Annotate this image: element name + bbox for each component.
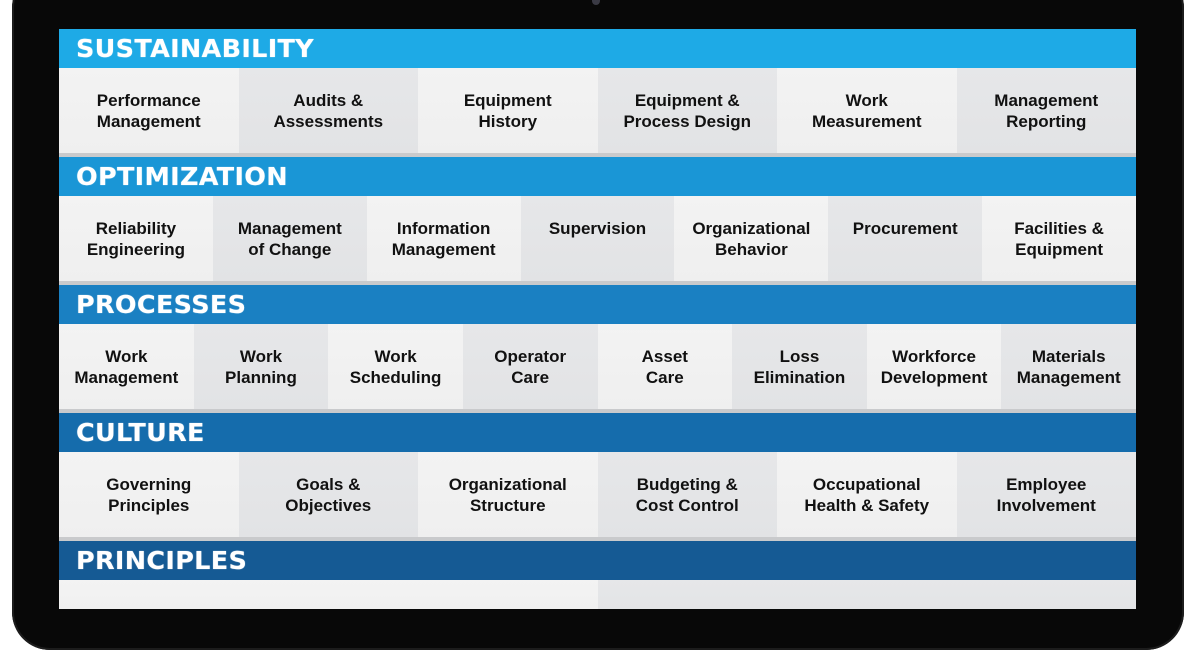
framework-item[interactable]: Goals & Objectives	[238, 452, 418, 537]
framework-item[interactable]: Facilities & Equipment	[982, 196, 1136, 281]
band-header: SUSTAINABILITY	[59, 29, 1136, 68]
framework-item[interactable]: Equipment & Process Design	[597, 68, 777, 153]
framework-item[interactable]: Occupational Health & Safety	[777, 452, 957, 537]
framework-item[interactable]: Supervision	[520, 196, 675, 281]
framework-item[interactable]	[597, 580, 1136, 609]
band-header: OPTIMIZATION	[59, 157, 1136, 196]
band-principles: PRINCIPLES	[59, 541, 1136, 609]
framework-item[interactable]: Management Reporting	[956, 68, 1136, 153]
band-title: SUSTAINABILITY	[76, 34, 314, 63]
framework-item[interactable]: Workforce Development	[866, 324, 1002, 409]
band-items: Reliability Engineering Management of Ch…	[59, 196, 1136, 285]
framework-screen: SUSTAINABILITY Performance Management Au…	[59, 29, 1136, 609]
framework-item[interactable]: Work Scheduling	[328, 324, 463, 409]
band-header: PROCESSES	[59, 285, 1136, 324]
band-culture: CULTURE Governing Principles Goals & Obj…	[59, 413, 1136, 541]
framework-item[interactable]: Organizational Structure	[418, 452, 598, 537]
band-title: CULTURE	[76, 418, 205, 447]
framework-item[interactable]: Operator Care	[462, 324, 598, 409]
framework-item[interactable]: Asset Care	[597, 324, 733, 409]
band-items	[59, 580, 1136, 609]
framework-item[interactable]: Management of Change	[212, 196, 367, 281]
framework-item[interactable]: Performance Management	[59, 68, 239, 153]
band-title: PRINCIPLES	[76, 546, 248, 575]
framework-item[interactable]: Work Measurement	[777, 68, 957, 153]
framework-item[interactable]: Procurement	[828, 196, 983, 281]
band-optimization: OPTIMIZATION Reliability Engineering Man…	[59, 157, 1136, 285]
band-sustainability: SUSTAINABILITY Performance Management Au…	[59, 29, 1136, 157]
framework-item[interactable]: Loss Elimination	[732, 324, 867, 409]
framework-item[interactable]: Reliability Engineering	[59, 196, 213, 281]
framework-item[interactable]: Budgeting & Cost Control	[597, 452, 777, 537]
band-processes: PROCESSES Work Management Work Planning …	[59, 285, 1136, 413]
framework-item[interactable]: Information Management	[366, 196, 521, 281]
framework-item[interactable]: Governing Principles	[59, 452, 239, 537]
framework-item[interactable]: Audits & Assessments	[238, 68, 418, 153]
framework-item[interactable]: Materials Management	[1001, 324, 1136, 409]
band-header: CULTURE	[59, 413, 1136, 452]
band-items: Performance Management Audits & Assessme…	[59, 68, 1136, 157]
framework-item[interactable]: Organizational Behavior	[674, 196, 829, 281]
band-title: PROCESSES	[76, 290, 247, 319]
framework-item[interactable]: Equipment History	[418, 68, 598, 153]
band-header: PRINCIPLES	[59, 541, 1136, 580]
band-items: Governing Principles Goals & Objectives …	[59, 452, 1136, 541]
band-title: OPTIMIZATION	[76, 162, 288, 191]
band-items: Work Management Work Planning Work Sched…	[59, 324, 1136, 413]
framework-item[interactable]: Employee Involvement	[956, 452, 1136, 537]
framework-item[interactable]: Work Planning	[193, 324, 329, 409]
framework-item[interactable]: Work Management	[59, 324, 194, 409]
framework-item[interactable]	[59, 580, 598, 609]
